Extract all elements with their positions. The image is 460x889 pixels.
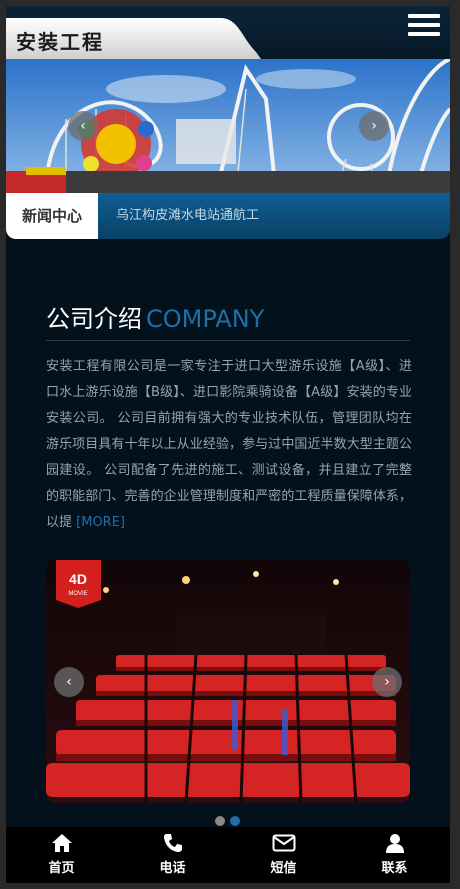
user-icon [385,834,404,853]
carousel-next-arrow[interactable]: › [372,667,402,697]
footer-home[interactable]: 首页 [6,827,117,883]
more-link[interactable]: [MORE] [76,515,125,530]
banner-next-arrow[interactable]: › [359,111,389,141]
carousel-dot[interactable] [215,816,225,826]
cinema-image: 4D MOVIE [46,560,410,803]
news-label[interactable]: 新闻中心 [6,193,98,239]
menu-button[interactable] [408,14,440,40]
footer-nav: 首页 电话 短信 联系 [6,827,450,883]
header: 安装工程 [6,6,450,59]
footer-phone-label: 电话 [159,861,186,876]
divider [46,340,410,341]
mail-icon [272,834,295,852]
hamburger-menu-icon [408,14,440,18]
banner-prev-arrow[interactable]: ‹ [68,111,98,141]
photo-carousel[interactable]: 4D MOVIE ‹ › [46,560,410,803]
news-headline-link[interactable]: 乌江构皮滩水电站通航工 [116,193,259,239]
page-frame: 安装工程 ‹ › 新闻中心 乌江构皮滩水电站通航工 公司介绍 COMPANY 安… [6,6,450,883]
badge-movie: MOVIE [68,591,87,597]
banner-slider[interactable]: ‹ › [6,59,450,193]
carousel-prev-arrow[interactable]: ‹ [54,667,84,697]
footer-home-label: 首页 [48,861,75,876]
footer-phone[interactable]: 电话 [117,827,228,883]
section-title-cn: 公司介绍 [46,305,142,333]
company-intro-text: 安装工程有限公司是一家专注于进口大型游乐设施【A级】、进口水上游乐设施【B级】、… [46,359,412,530]
company-intro: 安装工程有限公司是一家专注于进口大型游乐设施【A级】、进口水上游乐设施【B级】、… [46,354,412,536]
news-bar: 新闻中心 乌江构皮滩水电站通航工 [6,193,450,239]
footer-sms-label: 短信 [270,861,297,876]
footer-sms[interactable]: 短信 [228,827,339,883]
home-icon [51,834,72,852]
section-title: 公司介绍 COMPANY [46,299,264,334]
badge-4d: 4D [69,571,87,587]
logo[interactable]: 安装工程 [16,26,104,55]
footer-contact-label: 联系 [381,861,408,876]
carousel-dot-active[interactable] [230,816,240,826]
phone-icon [163,834,182,852]
footer-contact[interactable]: 联系 [339,827,450,883]
section-title-en: COMPANY [146,305,265,333]
